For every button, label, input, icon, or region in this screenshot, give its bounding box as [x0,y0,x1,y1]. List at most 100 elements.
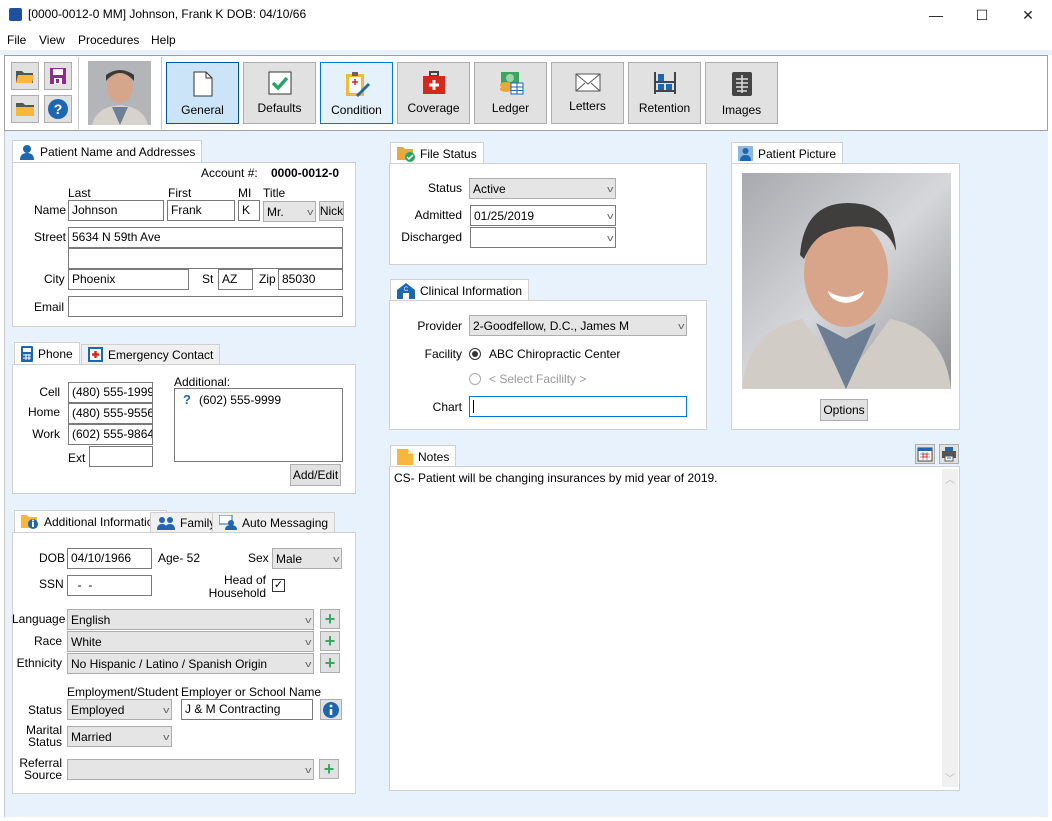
street2-input[interactable] [68,248,343,269]
folder-check-icon [397,146,415,162]
work-input[interactable]: (602) 555-9864 [68,424,153,445]
save-icon [50,68,66,84]
head-of-household-checkbox[interactable]: ✓ [272,579,285,592]
zip-input[interactable]: 85030 [278,269,343,290]
coverage-button[interactable]: Coverage [397,62,470,124]
menu-view[interactable]: View [39,33,65,47]
dob-label: DOB [39,551,66,565]
tab-patient-picture[interactable]: Patient Picture [731,142,844,164]
condition-button[interactable]: Condition [320,62,393,124]
add-race-button[interactable]: + [320,631,340,651]
file-status-select[interactable]: Active v [469,178,616,199]
patient-photo [742,173,951,389]
tab-label: Auto Messaging [242,515,329,530]
nick-button[interactable]: Nick [319,201,344,221]
home-input[interactable]: (480) 555-9556 [68,403,153,424]
first-name-input[interactable]: Frank [167,200,235,221]
tab-phone[interactable]: Phone [14,342,80,364]
facility-radio-abc[interactable] [469,348,481,360]
chart-input[interactable] [469,396,687,417]
maximize-button[interactable]: ☐ [959,0,1005,30]
tab-additional-information[interactable]: Additional Information [14,510,168,532]
employer-info-button[interactable] [320,699,342,720]
ethnicity-label: Ethnicity [16,656,62,670]
facility-option-abc[interactable]: ABC Chiropractic Center [489,347,620,361]
add-edit-button[interactable]: Add/Edit [290,464,341,486]
open-folder-button[interactable] [11,62,39,90]
language-select[interactable]: English v [67,609,314,630]
chevron-down-icon: v [304,764,311,775]
retention-button[interactable]: Retention [628,62,701,124]
chevron-down-icon: v [606,232,613,243]
menu-procedures[interactable]: Procedures [78,33,139,47]
list-item[interactable]: ? (602) 555-9999 [183,392,281,407]
scroll-down-icon[interactable]: ﹀ [945,770,955,785]
open-folder-icon [16,71,34,83]
notes-calendar-button[interactable] [915,444,935,464]
general-button[interactable]: General [166,62,239,124]
folder-button[interactable] [11,95,39,123]
ledger-icon [499,72,523,95]
close-button[interactable]: ✕ [1005,0,1051,30]
minimize-button[interactable]: — [913,0,959,30]
notes-scrollbar[interactable]: ︿ ﹀ [942,469,958,787]
sex-select[interactable]: Male v [272,548,342,569]
menu-help[interactable]: Help [151,33,176,47]
tab-label: Patient Name and Addresses [40,144,196,159]
menu-file[interactable]: File [7,33,26,47]
tab-emergency-contact[interactable]: Emergency Contact [81,344,221,364]
facility-radio-select[interactable] [469,373,481,385]
tab-notes[interactable]: Notes [390,445,457,467]
title-select[interactable]: Mr. v [263,201,316,222]
ethnicity-select[interactable]: No Hispanic / Latino / Spanish Origin v [67,653,314,674]
person-icon [20,144,34,160]
notes-text[interactable]: CS- Patient will be changing insurances … [394,471,718,485]
discharged-date-picker[interactable]: v [470,227,616,248]
ext-input[interactable] [89,446,153,467]
last-name-input[interactable]: Johnson [68,200,164,221]
chevron-down-icon: v [304,636,311,647]
scroll-up-icon[interactable]: ︿ [945,471,955,486]
xray-icon [731,72,752,96]
images-button[interactable]: Images [705,62,778,124]
defaults-label: Defaults [257,101,302,115]
save-button[interactable] [44,62,72,90]
defaults-button[interactable]: Defaults [243,62,316,124]
add-language-button[interactable]: + [320,609,340,629]
add-ethnicity-button[interactable]: + [320,653,340,673]
patient-thumbnail[interactable] [88,61,151,125]
employer-input[interactable]: J & M Contracting [181,699,313,720]
dob-input[interactable]: 04/10/1966 [67,548,152,569]
email-input[interactable] [68,296,343,317]
additional-phones-list[interactable]: ? (602) 555-9999 [174,388,343,462]
marital-select[interactable]: Married v [67,726,172,747]
help-button[interactable]: ? [44,95,72,123]
race-select[interactable]: White v [67,631,314,652]
city-input[interactable]: Phoenix [68,269,189,290]
state-input[interactable]: AZ [218,269,253,290]
street1-input[interactable]: 5634 N 59th Ave [68,227,343,248]
mi-input[interactable]: K [238,200,260,221]
tab-file-status[interactable]: File Status [390,142,484,164]
tab-auto-messaging[interactable]: Auto Messaging [212,512,336,532]
facility-option-select[interactable]: < Select Facililty > [489,372,586,386]
letters-button[interactable]: Letters [551,62,624,124]
tab-patient-name[interactable]: Patient Name and Addresses [12,140,203,162]
referral-select[interactable]: v [67,759,314,780]
svg-text:C: C [404,287,409,293]
employment-select[interactable]: Employed v [67,699,172,720]
add-referral-button[interactable]: + [319,759,339,779]
calendar-icon [917,447,933,462]
marital-value: Married [71,729,112,744]
cell-input[interactable]: (480) 555-1999 [68,382,153,403]
tab-clinical-information[interactable]: C Clinical Information [390,279,530,301]
notes-print-button[interactable] [939,444,959,464]
ledger-button[interactable]: Ledger [474,62,547,124]
additional-phone-number: (602) 555-9999 [198,393,282,407]
work-label: Work [32,427,60,441]
picture-options-button[interactable]: Options [820,399,868,421]
ssn-input[interactable]: - - [67,575,152,596]
admitted-date-picker[interactable]: 01/25/2019 v [470,205,616,226]
provider-select[interactable]: 2-Goodfellow, D.C., James M v [469,315,687,336]
tab-label: Phone [38,346,73,361]
